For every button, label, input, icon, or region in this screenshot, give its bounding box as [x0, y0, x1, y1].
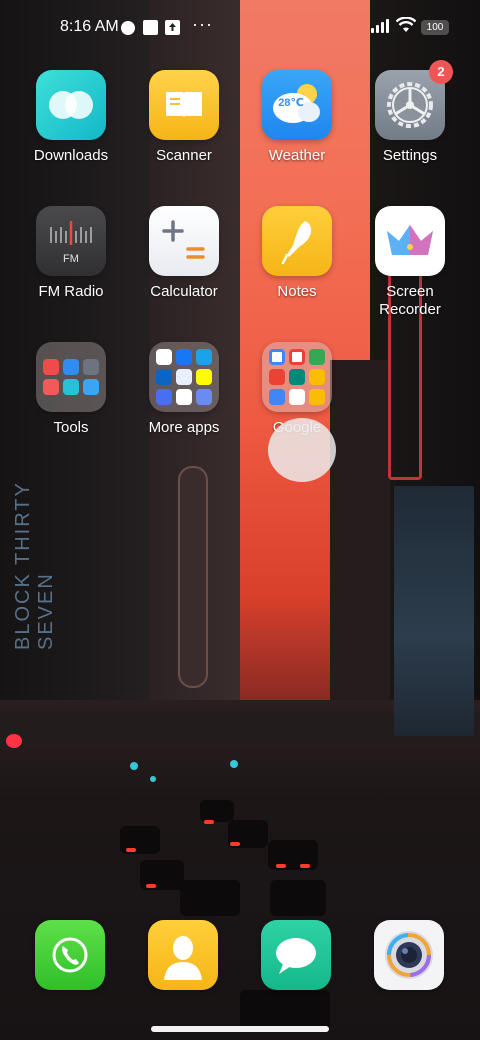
downloads-icon — [36, 70, 106, 140]
weather-icon: 28℃ — [262, 70, 332, 140]
folder-more-apps[interactable]: More apps — [128, 342, 240, 472]
app-label: Weather — [268, 147, 326, 164]
dock-phone[interactable] — [35, 920, 105, 990]
calculator-icon — [149, 206, 219, 276]
fm-radio-icon: FM — [36, 206, 106, 276]
app-label: Notes — [277, 283, 317, 300]
app-settings[interactable]: 2 Settings — [354, 60, 466, 200]
status-time: 8:16 AM — [60, 18, 119, 35]
app-scanner[interactable]: Scanner — [128, 70, 240, 200]
scanner-icon — [149, 70, 219, 140]
touch-indicator — [268, 418, 336, 482]
notification-dot-icon — [121, 21, 135, 35]
app-label: Screen Recorder — [379, 283, 441, 318]
app-screen-recorder[interactable]: Screen Recorder — [354, 206, 466, 336]
notification-square-icon — [143, 20, 158, 35]
dock-contacts[interactable] — [148, 920, 218, 990]
wifi-icon — [395, 16, 417, 38]
app-weather[interactable]: 28℃ Weather — [241, 70, 353, 200]
app-downloads[interactable]: Downloads — [15, 70, 127, 200]
app-fm-radio[interactable]: FM FM Radio — [15, 206, 127, 336]
app-label: Tools — [53, 419, 89, 436]
app-notes[interactable]: Notes — [241, 206, 353, 336]
app-label: FM Radio — [38, 283, 104, 300]
phone-icon — [35, 920, 105, 990]
app-label: More apps — [148, 419, 220, 436]
google-folder-icon — [262, 342, 332, 412]
notification-badge: 2 — [429, 60, 453, 84]
home-indicator[interactable] — [151, 1026, 329, 1032]
signal-icon — [371, 19, 391, 38]
app-label: Downloads — [33, 147, 109, 164]
tools-folder-icon — [36, 342, 106, 412]
app-label: Scanner — [156, 147, 212, 164]
dock-messages[interactable] — [261, 920, 331, 990]
screen-recorder-icon — [375, 206, 445, 276]
folder-tools[interactable]: Tools — [15, 342, 127, 472]
app-label: Settings — [382, 147, 438, 164]
camera-icon — [374, 920, 444, 990]
weather-temperature: 28℃ — [278, 96, 304, 109]
upload-icon — [165, 20, 180, 35]
app-calculator[interactable]: Calculator — [128, 206, 240, 336]
messages-icon — [261, 920, 331, 990]
notes-icon — [262, 206, 332, 276]
contacts-icon — [148, 920, 218, 990]
battery-icon: 100 — [421, 20, 449, 35]
status-bar: 8:16 AM ··· 100 — [0, 0, 480, 56]
more-apps-folder-icon — [149, 342, 219, 412]
app-label: Calculator — [150, 283, 218, 300]
fm-radio-icon-text: FM — [63, 253, 79, 265]
dock-camera[interactable] — [374, 920, 444, 990]
more-notifications-icon: ··· — [192, 14, 213, 34]
settings-icon: 2 — [375, 60, 453, 140]
